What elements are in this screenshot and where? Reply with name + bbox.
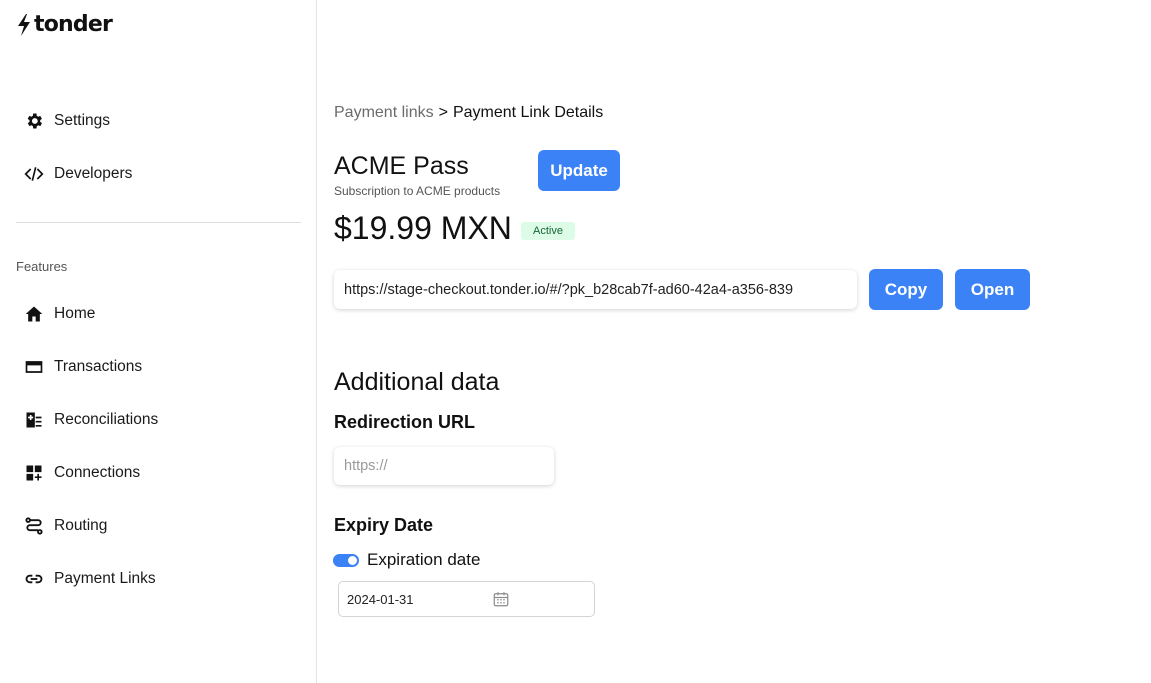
breadcrumb-payment-links[interactable]: Payment links [334, 104, 434, 122]
sidebar-item-settings[interactable]: Settings [24, 109, 110, 133]
copy-button[interactable]: Copy [869, 269, 943, 310]
sidebar-item-label: Transactions [54, 358, 143, 375]
reconcile-icon [24, 410, 44, 430]
routing-icon [24, 516, 44, 536]
additional-data-heading: Additional data [334, 368, 500, 396]
sidebar-item-label: Payment Links [54, 570, 156, 587]
expiry-date-value: 2024-01-31 [347, 591, 414, 607]
sidebar-item-connections[interactable]: Connections [24, 461, 140, 485]
breadcrumb: Payment links > Payment Link Details [334, 104, 603, 122]
bolt-icon [18, 13, 30, 36]
sidebar-item-transactions[interactable]: Transactions [24, 355, 142, 379]
brand-name: tonder [34, 12, 113, 37]
expiry-date-input[interactable]: 2024-01-31 [338, 581, 595, 617]
sidebar-item-payment-links[interactable]: Payment Links [24, 567, 156, 591]
sidebar-item-reconciliations[interactable]: Reconciliations [24, 408, 158, 432]
update-button[interactable]: Update [538, 150, 620, 191]
status-badge: Active [521, 222, 575, 240]
sidebar-divider [16, 222, 301, 223]
features-section-label: Features [16, 259, 68, 274]
gear-icon [24, 111, 44, 131]
sidebar-item-label: Routing [54, 517, 108, 534]
connections-icon [24, 463, 44, 483]
expiration-toggle-row: Expiration date [333, 550, 480, 570]
open-button[interactable]: Open [955, 269, 1030, 310]
link-icon [24, 569, 44, 589]
sidebar-item-home[interactable]: Home [24, 302, 95, 326]
sidebar-item-label: Reconciliations [54, 411, 159, 428]
card-icon [24, 357, 44, 377]
page-title: ACME Pass [334, 152, 469, 180]
sidebar-item-label: Developers [54, 165, 133, 182]
expiry-date-heading: Expiry Date [334, 515, 434, 535]
sidebar-item-label: Home [54, 305, 96, 322]
redirection-url-input[interactable] [344, 458, 554, 474]
payment-link-url-input[interactable] [344, 281, 857, 298]
brand-logo[interactable]: tonder [16, 12, 113, 37]
sidebar-item-label: Connections [54, 464, 141, 481]
breadcrumb-separator: > [438, 104, 448, 121]
price-amount: $19.99 MXN [334, 210, 512, 246]
sidebar-item-developers[interactable]: Developers [24, 162, 132, 186]
home-icon [24, 304, 44, 324]
code-icon [24, 164, 44, 184]
payment-link-url-field[interactable] [334, 270, 857, 309]
sidebar-item-label: Settings [54, 112, 111, 129]
expiration-toggle-label: Expiration date [367, 550, 481, 569]
main-content: Payment links > Payment Link Details ACM… [318, 0, 1151, 683]
redirection-url-field[interactable] [334, 447, 554, 485]
breadcrumb-current: Payment Link Details [452, 104, 604, 121]
calendar-icon[interactable] [492, 590, 510, 608]
redirection-url-heading: Redirection URL [334, 412, 476, 432]
sidebar-item-routing[interactable]: Routing [24, 514, 107, 538]
toggle-knob [348, 555, 357, 565]
expiration-toggle[interactable] [333, 553, 359, 567]
page-subtitle: Subscription to ACME products [334, 184, 501, 198]
sidebar: tonder Settings Developers Features Home… [0, 0, 317, 683]
